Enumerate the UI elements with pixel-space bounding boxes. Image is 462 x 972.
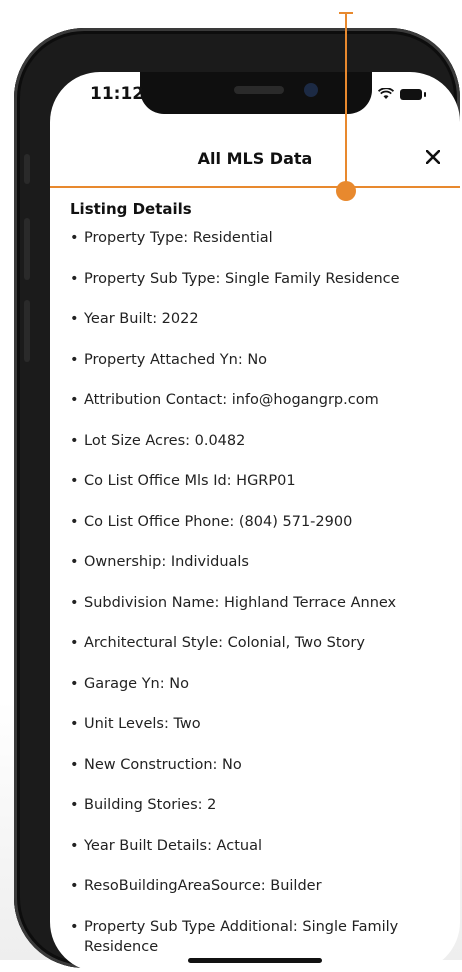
camera-icon (304, 83, 318, 97)
detail-list: Property Type: Residential Property Sub … (70, 228, 450, 957)
detail-item: Garage Yn: No (70, 674, 450, 694)
wifi-icon (378, 88, 394, 100)
detail-item: Property Attached Yn: No (70, 350, 450, 370)
detail-item: ResoBuildingAreaSource: Builder (70, 876, 450, 896)
detail-item: Ownership: Individuals (70, 552, 450, 572)
phone-screen: 11:12 All MLS Data Listing Details • Pro… (50, 72, 460, 972)
volume-up-button (24, 218, 30, 280)
detail-item: Attribution Contact: info@hogangrp.com (70, 390, 450, 410)
detail-item: Co List Office Mls Id: HGRP01 (70, 471, 450, 491)
detail-item: Year Built Details: Actual (70, 836, 450, 856)
detail-item: Property Type: Residential (70, 228, 450, 248)
callout-dot (336, 181, 356, 201)
detail-item: Property Sub Type Additional: Single Fam… (70, 917, 450, 957)
status-time: 11:12 (90, 84, 145, 104)
callout-line (345, 14, 347, 190)
detail-item: Subdivision Name: Highland Terrace Annex (70, 593, 450, 613)
battery-icon (400, 88, 426, 100)
status-icons (378, 88, 426, 100)
detail-item: Co List Office Phone: (804) 571-2900 (70, 512, 450, 532)
close-icon[interactable] (420, 144, 446, 170)
detail-item: Lot Size Acres: 0.0482 (70, 431, 450, 451)
detail-item: Building Stories: 2 (70, 795, 450, 815)
speaker-grille (234, 86, 284, 94)
modal-header: All MLS Data (50, 130, 460, 188)
phone-frame: 11:12 All MLS Data Listing Details • Pro… (14, 28, 460, 972)
listing-details-content: Listing Details Property Type: Residenti… (70, 200, 450, 972)
detail-item: Unit Levels: Two (70, 714, 450, 734)
section-title: Listing Details (70, 200, 192, 218)
volume-down-button (24, 300, 30, 362)
detail-item: Property Sub Type: Single Family Residen… (70, 269, 450, 289)
detail-item: Architectural Style: Colonial, Two Story (70, 633, 450, 653)
page-title: All MLS Data (197, 148, 313, 168)
home-indicator[interactable] (188, 958, 322, 963)
notch (140, 72, 372, 114)
mute-switch (24, 154, 30, 184)
detail-item: New Construction: No (70, 755, 450, 775)
detail-item: Year Built: 2022 (70, 309, 450, 329)
